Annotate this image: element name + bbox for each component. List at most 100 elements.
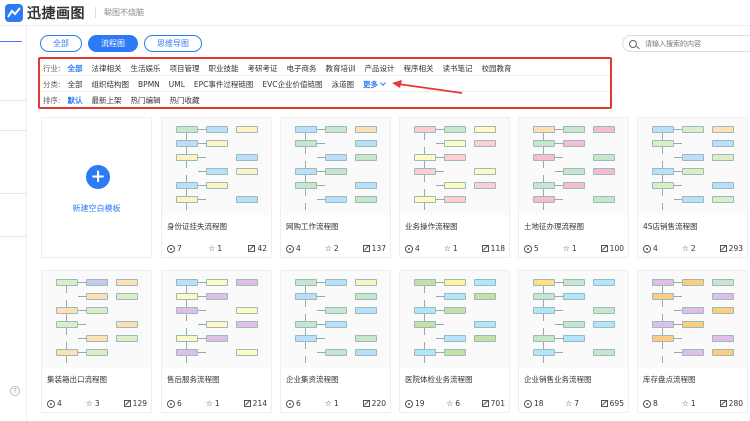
more-label: 更多 [363,79,379,89]
diagram-node [563,182,585,189]
template-card[interactable]: 企业集资流程图 6 ☆ 1 220 [280,270,391,413]
new-blank-template-card[interactable]: + 新建空白模板 [41,117,152,258]
category-option[interactable]: BPMN [138,80,160,89]
stars-stat[interactable]: ☆ 2 [325,244,339,253]
template-title[interactable]: 企业销售业务流程图 [519,374,628,384]
industry-option[interactable]: 读书笔记 [443,63,473,74]
template-title[interactable]: 身份证挂失流程图 [162,221,271,231]
star-icon[interactable]: ☆ [325,244,332,253]
template-card[interactable]: 业务操作流程图 4 ☆ 1 118 [399,117,510,258]
star-icon[interactable]: ☆ [565,399,572,408]
stars-stat[interactable]: ☆ 1 [206,399,220,408]
template-title[interactable]: 售后服务流程图 [162,374,271,384]
stars-stat[interactable]: ☆ 1 [208,244,222,253]
diagram-node [682,196,704,203]
search-box[interactable] [622,35,750,52]
diagram-connector [186,300,187,307]
star-icon[interactable]: ☆ [563,244,570,253]
template-thumbnail[interactable] [400,271,509,368]
industry-option[interactable]: 产品设计 [365,63,395,74]
star-icon[interactable]: ☆ [86,399,93,408]
search-input[interactable] [645,39,745,48]
industry-option[interactable]: 程序相关 [404,63,434,74]
industry-option[interactable]: 职业技能 [209,63,239,74]
template-card[interactable]: 医院体检业务流程图 19 ☆ 6 701 [399,270,510,413]
template-card[interactable]: 企业销售业务流程图 18 ☆ 7 695 [518,270,629,413]
star-icon[interactable]: ☆ [446,399,453,408]
template-card[interactable]: 集装箱出口流程图 4 ☆ 3 129 [41,270,152,413]
tab-mindmap[interactable]: 思维导图 [144,35,202,52]
diagram-connector [674,185,682,186]
template-thumbnail[interactable] [638,271,747,368]
industry-option[interactable]: 生活娱乐 [131,63,161,74]
more-categories-button[interactable]: 更多 [363,79,386,90]
star-icon[interactable]: ☆ [206,399,213,408]
category-option[interactable]: 泳道图 [332,79,355,90]
template-title[interactable]: 业务操作流程图 [400,221,509,231]
template-title[interactable]: 集装箱出口流程图 [42,374,151,384]
tab-all[interactable]: 全部 [40,35,82,52]
template-card[interactable]: 售后服务流程图 6 ☆ 1 214 [161,270,272,413]
logo-text[interactable]: 迅捷画图 [27,3,85,23]
star-icon[interactable]: ☆ [325,399,332,408]
category-option[interactable]: 组织结构图 [92,79,130,90]
star-icon[interactable]: ☆ [444,244,451,253]
template-title[interactable]: 土地征办理流程图 [519,221,628,231]
tab-flowchart[interactable]: 流程图 [88,35,138,52]
star-icon[interactable]: ☆ [208,244,215,253]
stars-stat[interactable]: ☆ 1 [444,244,458,253]
sort-option[interactable]: 默认 [68,95,83,106]
category-option[interactable]: EVC企业价值链图 [262,79,322,90]
template-thumbnail[interactable] [519,271,628,368]
industry-option[interactable]: 考研考证 [248,63,278,74]
template-thumbnail[interactable] [162,271,271,368]
stars-stat[interactable]: ☆ 1 [325,399,339,408]
star-icon[interactable]: ☆ [682,399,689,408]
template-thumbnail[interactable] [162,118,271,215]
logo-icon[interactable] [4,3,24,23]
template-card[interactable]: 网购工作流程图 4 ☆ 2 137 [280,117,391,258]
stars-stat[interactable]: ☆ 7 [565,399,579,408]
diagram-node [682,279,704,286]
template-thumbnail[interactable] [281,118,390,215]
template-thumbnail[interactable] [281,271,390,368]
star-icon[interactable]: ☆ [682,244,689,253]
search-icon[interactable] [629,39,637,48]
template-thumbnail[interactable] [42,271,151,368]
industry-option[interactable]: 校园教育 [482,63,512,74]
diagram-node [652,279,674,286]
template-card[interactable]: 身份证挂失流程图 7 ☆ 1 42 [161,117,272,258]
diagram-node [176,140,198,147]
template-title[interactable]: 医院体检业务流程图 [400,374,509,384]
category-option[interactable]: UML [169,80,185,89]
stars-stat[interactable]: ☆ 1 [682,399,696,408]
industry-option[interactable]: 电子商务 [287,63,317,74]
sort-option[interactable]: 热门编辑 [131,95,161,106]
stars-stat[interactable]: ☆ 1 [563,244,577,253]
template-title[interactable]: 库存盘点流程图 [638,374,747,384]
industry-option[interactable]: 项目管理 [170,63,200,74]
stars-stat[interactable]: ☆ 2 [682,244,696,253]
help-icon[interactable]: ? [10,386,20,396]
template-thumbnail[interactable] [400,118,509,215]
template-title[interactable]: 网购工作流程图 [281,221,390,231]
category-option[interactable]: EPC事件过程链图 [194,79,254,90]
industry-option[interactable]: 法律相关 [92,63,122,74]
template-card[interactable]: 4S店销售流程图 4 ☆ 2 293 [637,117,748,258]
stars-stat[interactable]: ☆ 6 [446,399,460,408]
category-option[interactable]: 全部 [68,79,83,90]
sort-option[interactable]: 最新上架 [92,95,122,106]
template-title[interactable]: 企业集资流程图 [281,374,390,384]
stars-stat[interactable]: ☆ 3 [86,399,100,408]
industry-option[interactable]: 全部 [68,63,83,74]
sort-option[interactable]: 热门收藏 [170,95,200,106]
template-thumbnail[interactable] [638,118,747,215]
template-thumbnail[interactable] [519,118,628,215]
diagram-node [444,307,466,314]
template-card[interactable]: 库存盘点流程图 8 ☆ 1 280 [637,270,748,413]
industry-option[interactable]: 教育培训 [326,63,356,74]
diagram-node [414,168,436,175]
plus-icon[interactable]: + [86,165,110,189]
template-title[interactable]: 4S店销售流程图 [638,221,747,231]
template-card[interactable]: 土地征办理流程图 5 ☆ 1 100 [518,117,629,258]
